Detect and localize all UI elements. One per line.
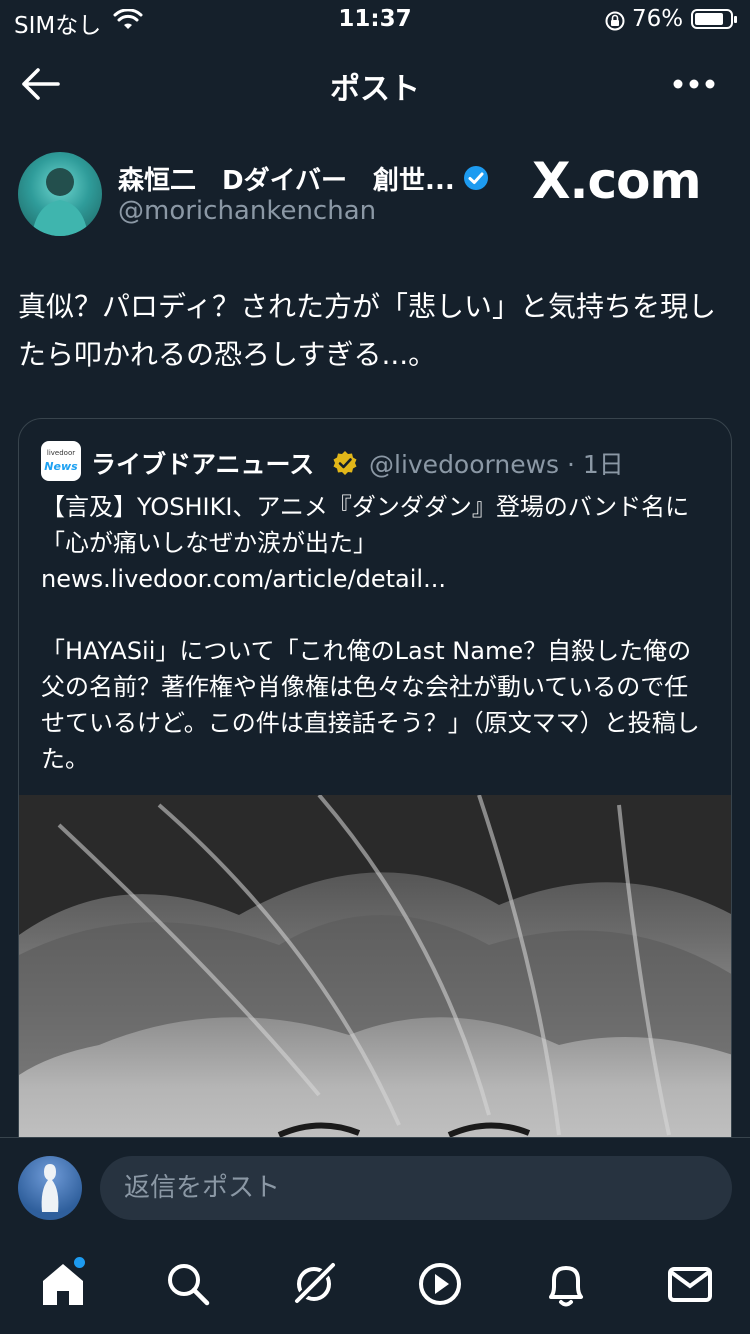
my-avatar[interactable] — [18, 1156, 82, 1220]
notifications-icon[interactable] — [541, 1259, 591, 1309]
battery-percent: 76% — [632, 6, 684, 32]
tab-bar — [0, 1237, 750, 1334]
reply-bar: 返信をポスト — [0, 1137, 750, 1238]
video-icon[interactable] — [415, 1259, 465, 1309]
messages-icon[interactable] — [665, 1259, 715, 1309]
quoted-link[interactable]: news.livedoor.com/article/detail... — [41, 565, 446, 593]
quoted-photo[interactable] — [19, 795, 731, 1177]
x-com-watermark: X.com — [532, 152, 702, 210]
page-title: ポスト — [330, 72, 420, 107]
home-notification-dot — [72, 1255, 87, 1270]
quoted-text: 【言及】YOSHIKI、アニメ『ダンダダン』登場のバンド名に「心が痛いしなぜか涙… — [41, 489, 711, 813]
quoted-paragraph: 「HAYASii」について「これ俺のLast Name？自殺した俺の父の名前？著… — [41, 637, 700, 773]
gold-verified-badge-icon — [333, 451, 357, 475]
post-text: 真似？パロディ？された方が「悲しい」と気持ちを現したら叩かれるの恐ろしすぎる..… — [18, 290, 717, 371]
quoted-line: 【言及】YOSHIKI、アニメ『ダンダダン』登場のバンド名に「心が痛いしなぜか涙… — [41, 493, 690, 557]
verified-badge-icon — [464, 166, 488, 190]
status-bar: SIMなし 11:37 76% — [0, 0, 750, 44]
author-handle[interactable]: @morichankenchan — [118, 196, 376, 226]
livedoor-news-logo: livedoor News — [41, 441, 81, 481]
quoted-meta: @livedoornews · 1日 — [369, 450, 624, 479]
quoted-post[interactable]: livedoor News ライブドアニュース @livedoornews · … — [18, 418, 732, 1178]
author-avatar[interactable] — [18, 152, 102, 236]
quoted-author-name: ライブドアニュース — [91, 450, 315, 479]
battery-icon — [691, 9, 737, 29]
orientation-lock-icon — [605, 11, 625, 31]
reply-input[interactable]: 返信をポスト — [100, 1156, 732, 1220]
search-icon[interactable] — [163, 1259, 213, 1309]
more-icon[interactable] — [672, 78, 716, 90]
grok-icon[interactable] — [289, 1259, 339, 1309]
author-name[interactable]: 森恒二 Dダイバー 創世... — [118, 160, 455, 197]
